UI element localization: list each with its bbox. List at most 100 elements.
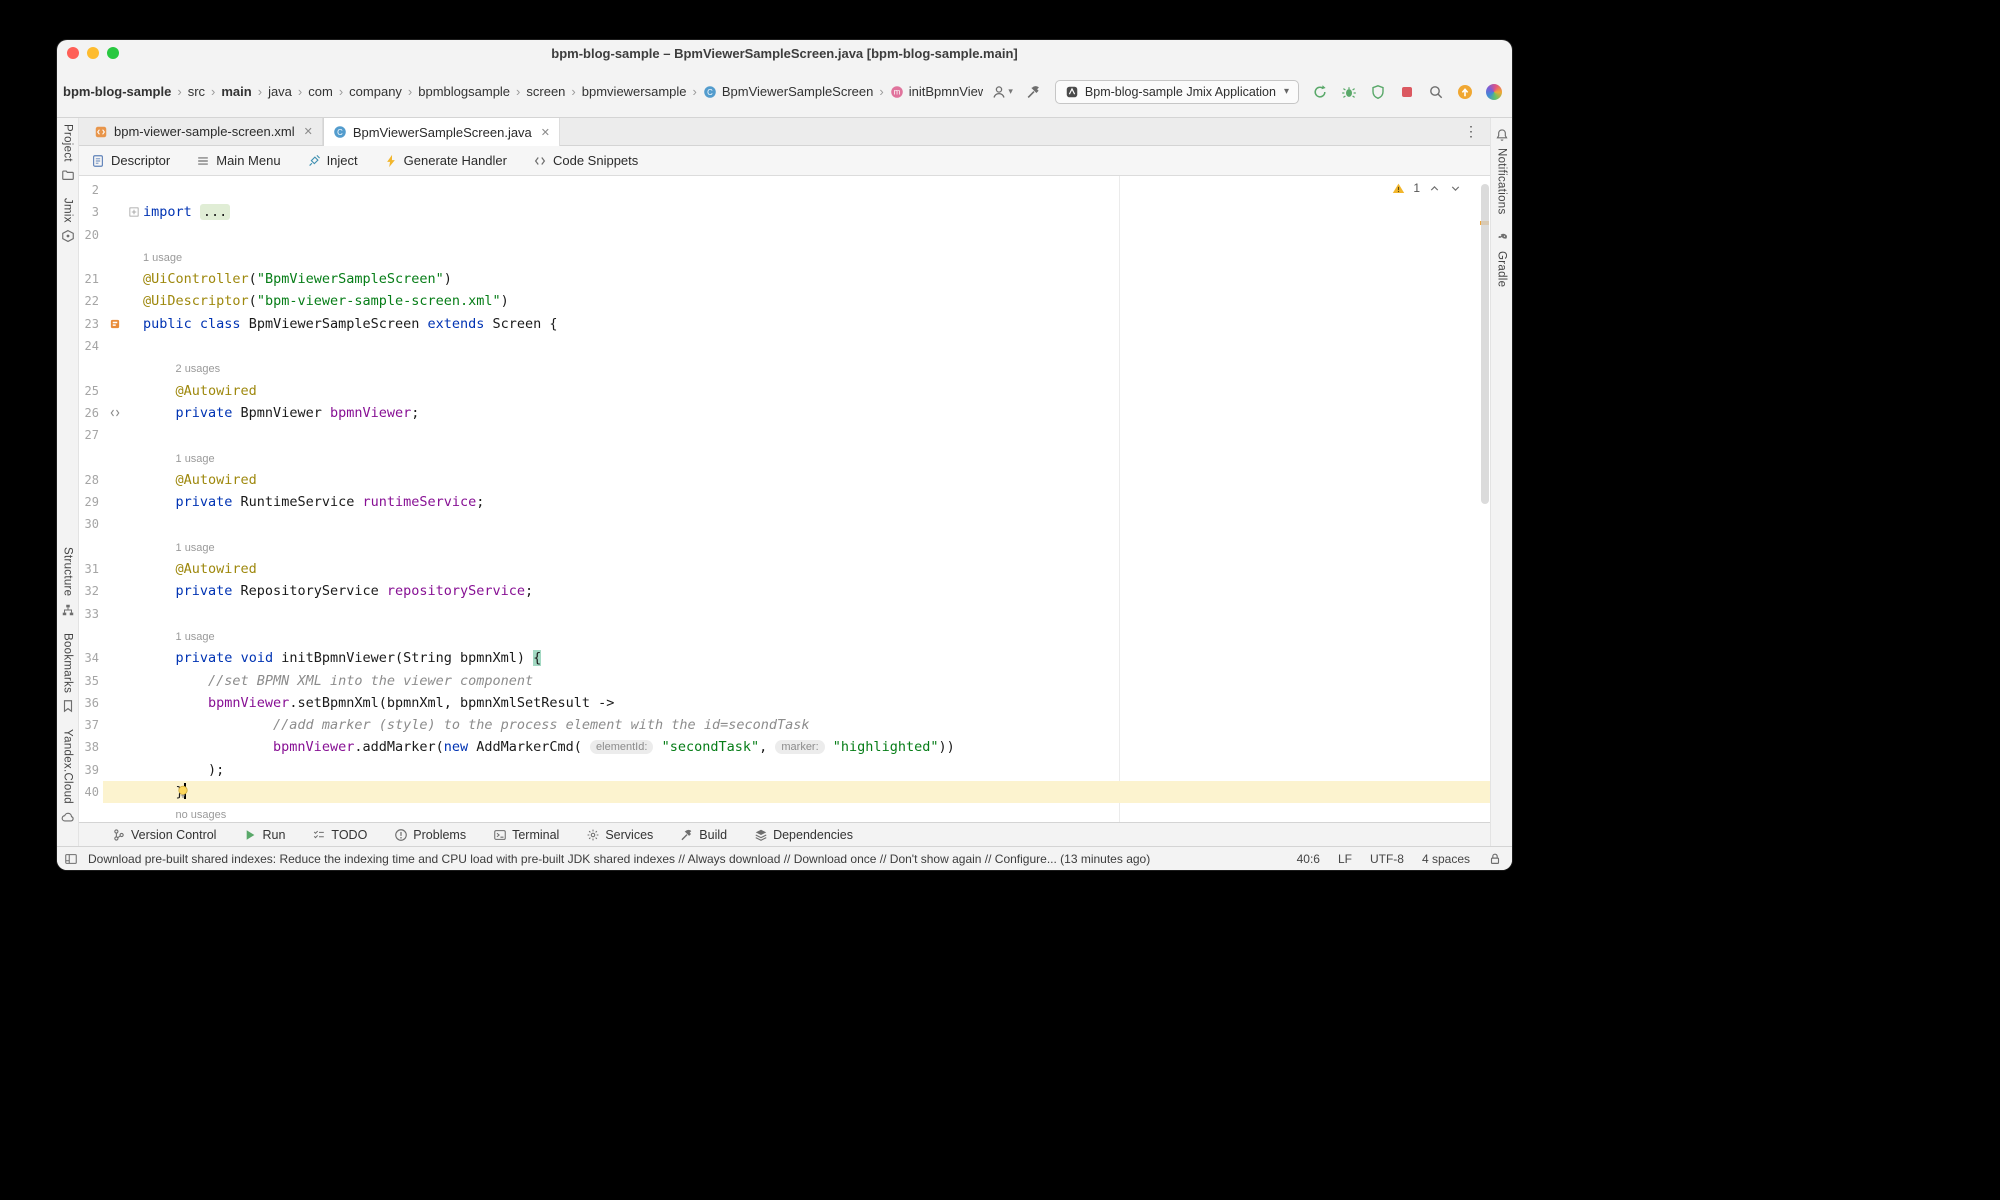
breadcrumb-item-com[interactable]: com: [307, 82, 334, 101]
tabs-more-icon[interactable]: ⋮: [1452, 123, 1490, 140]
tool-window-button-terminal[interactable]: Terminal: [493, 828, 559, 842]
jmix-action-inject[interactable]: Inject: [307, 153, 358, 168]
breadcrumb-item-initbpmnviewer[interactable]: m initBpmnViewer: [889, 82, 983, 101]
code-line-29[interactable]: 29 private RuntimeService runtimeService…: [79, 491, 1490, 513]
line-number[interactable]: 40: [79, 781, 103, 803]
code-line-25[interactable]: 25 @Autowired: [79, 380, 1490, 402]
line-number[interactable]: 21: [79, 268, 103, 290]
line-number[interactable]: 32: [79, 580, 103, 602]
chevron-up-icon[interactable]: [1428, 182, 1441, 195]
tool-window-button-problems[interactable]: Problems: [394, 828, 466, 842]
code-line-33[interactable]: 33: [79, 603, 1490, 625]
inspections-widget[interactable]: 1: [1390, 181, 1464, 195]
build-hammer-icon[interactable]: [1026, 84, 1042, 100]
line-number[interactable]: 24: [79, 335, 103, 357]
line-number[interactable]: [79, 447, 103, 469]
code-line-2[interactable]: 2: [79, 179, 1490, 201]
tab-bpmviewersamplescreen-java[interactable]: C BpmViewerSampleScreen.java ✕: [322, 118, 561, 146]
line-number[interactable]: 34: [79, 647, 103, 669]
line-separator[interactable]: LF: [1338, 852, 1352, 866]
profile-gradient-icon[interactable]: [1486, 83, 1502, 100]
code-line-37[interactable]: 37 //add marker (style) to the process e…: [79, 714, 1490, 736]
line-number[interactable]: 27: [79, 424, 103, 446]
update-icon[interactable]: [1457, 84, 1473, 100]
line-number[interactable]: 35: [79, 670, 103, 692]
tool-stripe-button-yandex-cloud[interactable]: Yandex.Cloud: [61, 729, 75, 824]
code-line-34[interactable]: 34 private void initBpmnViewer(String bp…: [79, 647, 1490, 669]
caret-position[interactable]: 40:6: [1297, 852, 1320, 866]
line-number[interactable]: 20: [79, 224, 103, 246]
zoom-button[interactable]: [107, 47, 119, 59]
code-line-32[interactable]: 32 private RepositoryService repositoryS…: [79, 580, 1490, 602]
line-number[interactable]: 22: [79, 290, 103, 312]
code-line-23[interactable]: 23 public class BpmViewerSampleScreen ext…: [79, 313, 1490, 335]
code-line-24[interactable]: 24: [79, 335, 1490, 357]
tool-stripe-button-gradle[interactable]: Gradle: [1495, 231, 1509, 287]
breadcrumb-item-main[interactable]: main: [220, 82, 252, 101]
code-editor[interactable]: 2 3 import ... 20 1 usage 21 @UiController("Bp…: [79, 176, 1490, 822]
line-number[interactable]: 36: [79, 692, 103, 714]
breadcrumb-item-bpmblogsample[interactable]: bpmblogsample: [417, 82, 511, 101]
breadcrumb-item-company[interactable]: company: [348, 82, 403, 101]
code-line-39[interactable]: 39 );: [79, 759, 1490, 781]
line-number[interactable]: 23: [79, 313, 103, 335]
coverage-icon[interactable]: [1370, 84, 1386, 100]
line-number[interactable]: [79, 803, 103, 822]
breadcrumb-item-screen[interactable]: screen: [525, 82, 566, 101]
code-line-20[interactable]: 20: [79, 224, 1490, 246]
line-number[interactable]: [79, 625, 103, 647]
minimize-button[interactable]: [87, 47, 99, 59]
close-button[interactable]: [67, 47, 79, 59]
code-line-26[interactable]: 26 private BpmnViewer bpmnViewer;: [79, 402, 1490, 424]
code-line-31[interactable]: 31 @Autowired: [79, 558, 1490, 580]
code-line-40[interactable]: 40 }: [79, 781, 1490, 804]
line-number[interactable]: 38: [79, 736, 103, 758]
tab-bpm-viewer-sample-screen-xml[interactable]: bpm-viewer-sample-screen.xml ✕: [85, 118, 323, 145]
vertical-scrollbar[interactable]: [1481, 184, 1489, 504]
usage-hint[interactable]: 1 usage: [143, 252, 182, 264]
lock-icon[interactable]: [1488, 852, 1502, 866]
tool-window-button-version-control[interactable]: Version Control: [112, 828, 216, 842]
breadcrumb-item-bpm-blog-sample[interactable]: bpm-blog-sample: [62, 82, 172, 101]
usage-hint[interactable]: 1 usage: [176, 542, 215, 554]
tool-stripe-button-structure[interactable]: Structure: [61, 547, 75, 616]
indent-setting[interactable]: 4 spaces: [1422, 852, 1470, 866]
line-number[interactable]: 2: [79, 179, 103, 201]
tool-window-button-services[interactable]: Services: [586, 828, 653, 842]
tool-window-button-todo[interactable]: TODO: [312, 828, 367, 842]
line-number[interactable]: [79, 246, 103, 268]
chevron-down-icon[interactable]: [1449, 182, 1462, 195]
tool-stripe-button-notifications[interactable]: Notifications: [1495, 128, 1509, 215]
usage-hint[interactable]: 2 usages: [176, 363, 221, 375]
line-number[interactable]: [79, 536, 103, 558]
code-line-36[interactable]: 36 bpmnViewer.setBpmnXml(bpmnXml, bpmnXm…: [79, 692, 1490, 714]
run-config-select[interactable]: Bpm-blog-sample Jmix Application ▾: [1054, 79, 1299, 104]
debug-icon[interactable]: [1341, 84, 1357, 100]
code-line-22[interactable]: 22 @UiDescriptor("bpm-viewer-sample-scree…: [79, 290, 1490, 312]
usage-hint[interactable]: 1 usage: [176, 631, 215, 643]
code-line-hint[interactable]: 1 usage: [79, 447, 1490, 469]
jmix-action-descriptor[interactable]: Descriptor: [91, 153, 170, 168]
code-line-hint[interactable]: 1 usage: [79, 625, 1490, 647]
code-line-28[interactable]: 28 @Autowired: [79, 469, 1490, 491]
tool-window-button-dependencies[interactable]: Dependencies: [754, 828, 853, 842]
line-number[interactable]: [79, 357, 103, 379]
user-dropdown[interactable]: ▾: [991, 84, 1013, 100]
stop-icon[interactable]: [1399, 84, 1415, 100]
line-number[interactable]: 28: [79, 469, 103, 491]
tool-stripe-button-bookmarks[interactable]: Bookmarks: [61, 633, 75, 713]
tab-close-icon[interactable]: ✕: [541, 126, 550, 139]
tool-window-button-run[interactable]: Run: [243, 828, 285, 842]
rerun-icon[interactable]: [1312, 84, 1328, 100]
usage-hint[interactable]: 1 usage: [176, 453, 215, 465]
breadcrumb-item-bpmviewersamplescreen[interactable]: C BpmViewerSampleScreen: [702, 82, 875, 101]
line-number[interactable]: 26: [79, 402, 103, 424]
breadcrumb-item-java[interactable]: java: [267, 82, 293, 101]
code-line-38[interactable]: 38 bpmnViewer.addMarker(new AddMarkerCmd…: [79, 736, 1490, 758]
breadcrumb-item-src[interactable]: src: [187, 82, 206, 101]
tool-stripe-button-project[interactable]: Project: [61, 124, 75, 182]
code-line-27[interactable]: 27: [79, 424, 1490, 446]
line-number[interactable]: 39: [79, 759, 103, 781]
status-message[interactable]: Download pre-built shared indexes: Reduc…: [88, 852, 1150, 866]
tab-close-icon[interactable]: ✕: [304, 125, 313, 138]
